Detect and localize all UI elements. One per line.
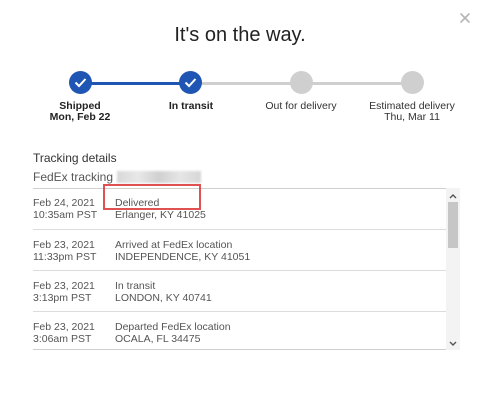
- step-estimated-delivery-label: Estimated delivery Thu, Mar 11: [369, 100, 455, 123]
- step-estimated-delivery-dot: [401, 71, 424, 94]
- event-date: Feb 23, 2021: [33, 239, 95, 251]
- tracking-details-title: Tracking details: [33, 151, 117, 165]
- modal-title: It's on the way.: [174, 24, 306, 46]
- close-button[interactable]: [458, 11, 472, 25]
- event-status: Departed FedEx location: [115, 321, 231, 333]
- scrollbar-thumb[interactable]: [448, 202, 458, 248]
- step-out-for-delivery-dot: [290, 71, 313, 94]
- event-date: Feb 24, 2021: [33, 197, 95, 209]
- redacted-tracking-number: [117, 171, 202, 183]
- carrier-tracking: FedEx tracking: [33, 170, 202, 184]
- tracking-event-row: Feb 23, 2021 3:06am PST Departed FedEx l…: [33, 312, 460, 349]
- check-icon: [184, 78, 197, 88]
- chevron-down-icon: [449, 341, 457, 346]
- event-time: 10:35am PST: [33, 209, 98, 221]
- tracking-event-row: Feb 24, 2021 10:35am PST Delivered Erlan…: [33, 189, 460, 230]
- carrier-label: FedEx tracking: [33, 170, 114, 184]
- check-icon: [74, 78, 87, 88]
- close-icon: [460, 13, 470, 23]
- event-status: In transit: [115, 280, 156, 292]
- scroll-down-button[interactable]: [446, 337, 460, 349]
- event-location: LONDON, KY 40741: [115, 292, 212, 304]
- event-status: Arrived at FedEx location: [115, 239, 233, 251]
- event-location: Erlanger, KY 41025: [115, 209, 206, 221]
- event-location: OCALA, FL 34475: [115, 333, 201, 345]
- step-in-transit-dot: [179, 71, 202, 94]
- scroll-up-button[interactable]: [446, 189, 460, 201]
- tracking-events-list[interactable]: Feb 24, 2021 10:35am PST Delivered Erlan…: [33, 188, 460, 350]
- delivered-highlight-box: [103, 184, 201, 210]
- tracking-list-scrollbar[interactable]: [446, 188, 460, 350]
- step-shipped-dot: [69, 71, 92, 94]
- progress-line-completed: [80, 82, 190, 85]
- event-time: 3:06am PST: [33, 333, 92, 345]
- step-in-transit-label: In transit: [168, 100, 214, 112]
- step-out-for-delivery-label: Out for delivery: [265, 100, 337, 112]
- tracking-event-row: Feb 23, 2021 11:33pm PST Arrived at FedE…: [33, 230, 460, 271]
- chevron-up-icon: [449, 194, 457, 199]
- event-location: INDEPENDENCE, KY 41051: [115, 251, 251, 263]
- tracking-event-row: Feb 23, 2021 3:13pm PST In transit LONDO…: [33, 271, 460, 312]
- event-time: 3:13pm PST: [33, 292, 92, 304]
- step-shipped-label: Shipped Mon, Feb 22: [49, 100, 111, 123]
- event-date: Feb 23, 2021: [33, 280, 95, 292]
- event-time: 11:33pm PST: [33, 251, 97, 263]
- event-date: Feb 23, 2021: [33, 321, 95, 333]
